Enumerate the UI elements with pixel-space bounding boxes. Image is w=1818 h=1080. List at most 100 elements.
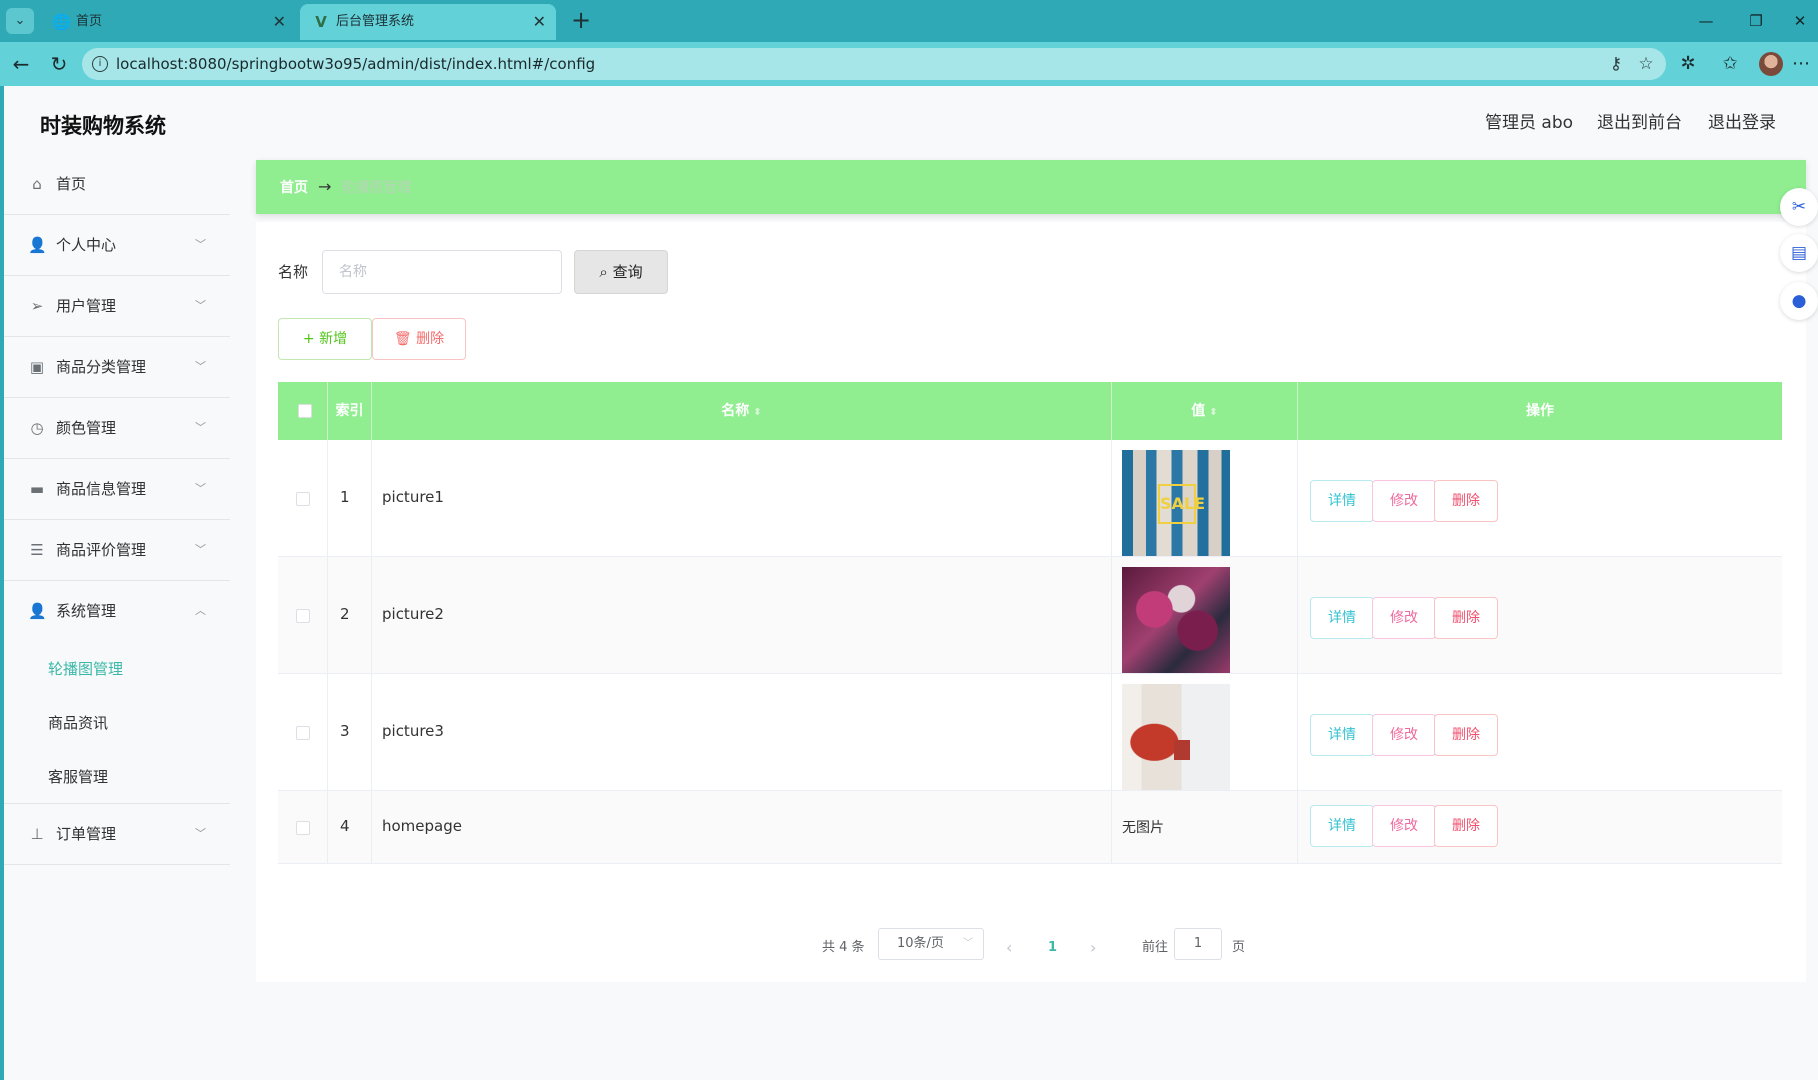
row-name: picture1: [382, 488, 444, 506]
edit-button[interactable]: 修改: [1372, 714, 1436, 756]
user-icon: 👤: [28, 236, 47, 254]
sidebar-item-category-management[interactable]: ▣ 商品分类管理 ﹀: [4, 337, 230, 398]
arrow-right-icon: →: [318, 177, 332, 196]
page-number-current[interactable]: 1: [1048, 932, 1057, 964]
message-icon: ▬: [29, 480, 45, 498]
name-cell: homepage: [372, 791, 1112, 863]
browser-tab-home[interactable]: 🌐 首页 ✕: [40, 4, 296, 40]
close-window-button[interactable]: ✕: [1780, 6, 1818, 36]
row-name: picture3: [382, 722, 444, 740]
search-button[interactable]: ⌕ 查询: [574, 250, 668, 294]
tab-actions-menu-button[interactable]: ⌄: [6, 8, 34, 34]
sidebar-item-color-management[interactable]: ◷ 颜色管理 ﹀: [4, 398, 230, 459]
carousel-image-thumbnail[interactable]: SALE: [1122, 450, 1230, 556]
minimize-button[interactable]: —: [1686, 6, 1726, 36]
url-field[interactable]: i localhost:8080/springbootw3o95/admin/d…: [82, 48, 1666, 80]
delete-button[interactable]: 删除: [1434, 480, 1498, 522]
edit-button[interactable]: 修改: [1372, 805, 1436, 847]
extensions-icon[interactable]: ✲: [1675, 51, 1701, 77]
detail-button[interactable]: 详情: [1310, 805, 1374, 847]
add-button[interactable]: + 新增: [278, 318, 372, 360]
sidebar-subitem-news[interactable]: 商品资讯: [4, 696, 230, 750]
edit-button[interactable]: 修改: [1372, 480, 1436, 522]
search-assistant-icon[interactable]: ●: [1780, 282, 1818, 320]
app-title: 时装购物系统: [40, 114, 166, 138]
search-icon: ⌕: [599, 263, 608, 281]
chevron-down-icon: ﹀: [195, 421, 206, 434]
sidebar-item-label: 商品信息管理: [56, 480, 147, 498]
name-search-input[interactable]: 名称: [322, 250, 562, 294]
profile-avatar[interactable]: [1759, 52, 1783, 76]
admin-page: 时装购物系统 管理员 abo 退出到前台 退出登录 ⌂ 首页 👤 个人中心 ﹀ …: [4, 86, 1818, 1080]
reload-button[interactable]: ↻: [44, 50, 74, 78]
prev-page-button[interactable]: ‹: [1006, 932, 1012, 964]
site-info-icon[interactable]: i: [92, 56, 108, 72]
sidebar-item-label: 用户管理: [56, 297, 117, 315]
back-button[interactable]: ←: [6, 50, 36, 78]
sidebar-item-label: 订单管理: [56, 825, 117, 843]
star-icon[interactable]: ☆: [1634, 52, 1658, 76]
checkbox-cell: [278, 440, 328, 556]
browser-tabstrip: ⌄ 🌐 首页 ✕ V 后台管理系统 ✕ + — ❐ ✕: [0, 0, 1818, 42]
close-icon[interactable]: ✕: [533, 4, 546, 40]
select-all-checkbox[interactable]: [298, 404, 312, 418]
chevron-down-icon: ﹀: [963, 938, 973, 949]
breadcrumb-home[interactable]: 首页: [280, 180, 308, 196]
detail-button[interactable]: 详情: [1310, 480, 1374, 522]
delete-button-label: 删除: [416, 331, 445, 347]
new-tab-button[interactable]: +: [566, 6, 596, 36]
checkbox-cell: [278, 674, 328, 790]
exit-to-front-link[interactable]: 退出到前台: [1597, 108, 1682, 133]
sidebar-item-order-management[interactable]: ⊥ 订单管理 ﹀: [4, 804, 230, 865]
chevron-down-icon: ﹀: [195, 360, 206, 373]
delete-button[interactable]: 删除: [1434, 714, 1498, 756]
detail-button[interactable]: 详情: [1310, 597, 1374, 639]
favorites-icon[interactable]: ✩: [1717, 51, 1743, 77]
document-icon[interactable]: ▤: [1780, 234, 1818, 272]
browser-address-bar: ← ↻ i localhost:8080/springbootw3o95/adm…: [0, 42, 1818, 86]
carousel-image-thumbnail[interactable]: [1122, 684, 1230, 790]
next-page-button[interactable]: ›: [1090, 932, 1096, 964]
poster-graphic: [1174, 740, 1190, 760]
sidebar-item-personal-center[interactable]: 👤 个人中心 ﹀: [4, 215, 230, 276]
goto-label: 前往: [1142, 940, 1169, 955]
sidebar-item-label: 首页: [56, 175, 87, 193]
chevron-down-icon: ﹀: [195, 827, 206, 840]
goto-page-input[interactable]: 1: [1174, 928, 1222, 960]
clock-icon: ◷: [30, 419, 44, 437]
sidebar-item-label: 颜色管理: [56, 419, 117, 437]
delete-button[interactable]: 删除: [1434, 597, 1498, 639]
pagination-total: 共 4 条: [822, 940, 865, 955]
row-index: 4: [340, 817, 350, 835]
table-row: 3 picture3 详情 修改 删除: [278, 674, 1782, 791]
sidebar-item-review-management[interactable]: ☰ 商品评价管理 ﹀: [4, 520, 230, 581]
delete-button[interactable]: 删除: [1434, 805, 1498, 847]
breadcrumb: 首页 → 轮播图管理: [256, 160, 1806, 214]
breadcrumb-current: 轮播图管理: [341, 180, 412, 196]
sidebar-item-product-management[interactable]: ▬ 商品信息管理 ﹀: [4, 459, 230, 520]
close-icon[interactable]: ✕: [273, 4, 286, 40]
carousel-image-thumbnail[interactable]: [1122, 567, 1230, 673]
sidebar-item-user-management[interactable]: ➢ 用户管理 ﹀: [4, 276, 230, 337]
sidebar-item-home[interactable]: ⌂ 首页: [4, 154, 230, 215]
batch-delete-button[interactable]: 🗑 删除: [372, 318, 466, 360]
restore-button[interactable]: ❐: [1736, 6, 1776, 36]
edit-button[interactable]: 修改: [1372, 597, 1436, 639]
page-size-select[interactable]: 10条/页 ﹀: [878, 928, 984, 960]
column-header-name[interactable]: 名称 ⬍: [372, 382, 1112, 440]
key-icon[interactable]: ⚷: [1604, 52, 1628, 76]
sidebar-item-system-management[interactable]: 👤 系统管理 ︿: [4, 581, 230, 642]
sidebar-subitem-carousel[interactable]: 轮播图管理: [4, 642, 230, 696]
browser-tab-admin[interactable]: V 后台管理系统 ✕: [300, 4, 556, 40]
scissors-icon[interactable]: ✂: [1780, 188, 1818, 226]
row-checkbox[interactable]: [296, 726, 310, 740]
sidebar-subitem-customer-service[interactable]: 客服管理: [4, 750, 230, 804]
logout-link[interactable]: 退出登录: [1708, 108, 1776, 133]
detail-button[interactable]: 详情: [1310, 714, 1374, 756]
row-checkbox[interactable]: [296, 492, 310, 506]
row-checkbox[interactable]: [296, 821, 310, 835]
row-checkbox[interactable]: [296, 609, 310, 623]
main-content: 名称 名称 ⌕ 查询 + 新增 🗑 删除 索引 名称 ⬍ 值 ⬍ 操作 1 pi…: [256, 222, 1806, 982]
more-menu-icon[interactable]: ⋯: [1788, 51, 1814, 77]
column-header-value[interactable]: 值 ⬍: [1112, 382, 1298, 440]
